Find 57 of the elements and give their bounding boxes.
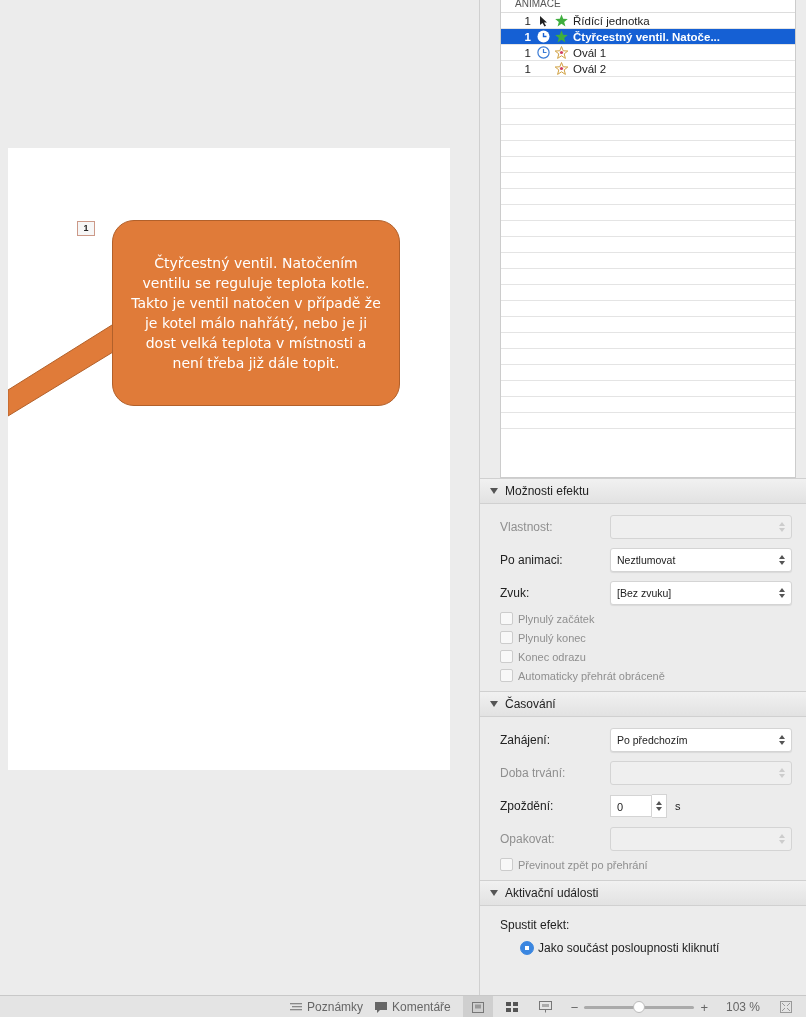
presentation-icon bbox=[539, 1001, 553, 1013]
stepper-arrows-icon bbox=[779, 767, 785, 778]
notes-button[interactable]: Poznámky bbox=[290, 1000, 364, 1014]
field-label: Opakovat: bbox=[500, 831, 556, 846]
section-header[interactable]: Časování bbox=[480, 691, 806, 717]
stepper-arrows-icon bbox=[779, 521, 785, 532]
slider-thumb[interactable] bbox=[633, 1000, 646, 1013]
radio-option[interactable]: Jako součást posloupnosti kliknutí bbox=[500, 938, 792, 958]
stepper[interactable] bbox=[652, 793, 667, 818]
animation-badge: 1 bbox=[77, 221, 95, 236]
caret-down-icon bbox=[490, 889, 498, 897]
field-label: Po animaci: bbox=[500, 552, 564, 567]
grid-view-icon bbox=[505, 1002, 518, 1012]
star-icon bbox=[554, 30, 568, 43]
caret-down-icon bbox=[490, 700, 498, 708]
cursor-icon bbox=[537, 14, 549, 27]
field-label: Vlastnost: bbox=[500, 519, 554, 534]
clock-icon bbox=[536, 46, 550, 59]
dropdown[interactable] bbox=[610, 760, 792, 785]
stepper-arrows-icon bbox=[779, 554, 785, 565]
stepper-arrows-icon bbox=[656, 800, 662, 811]
section-header[interactable]: Aktivační události bbox=[480, 880, 806, 906]
fit-button[interactable] bbox=[780, 1001, 792, 1013]
number-field[interactable]: 0 bbox=[610, 794, 652, 817]
comment-icon bbox=[375, 1001, 388, 1013]
stepper-arrows-icon bbox=[779, 587, 785, 598]
field-label: Doba trvání: bbox=[500, 765, 567, 780]
star-icon bbox=[554, 62, 568, 75]
dropdown[interactable]: [Bez zvuku] bbox=[610, 580, 792, 605]
star-icon bbox=[554, 46, 568, 59]
fit-to-window-icon bbox=[780, 1001, 792, 1013]
animation-item[interactable]: 1 Ovál 2 bbox=[501, 61, 795, 77]
dropdown[interactable] bbox=[610, 514, 792, 539]
list-header: ANIMACE bbox=[501, 0, 795, 13]
view-button[interactable] bbox=[462, 996, 493, 1017]
star-icon bbox=[554, 14, 568, 27]
clock-icon bbox=[536, 30, 550, 43]
zoom-in-button[interactable]: + bbox=[700, 999, 708, 1015]
animation-item[interactable]: 1 Ovál 1 bbox=[501, 45, 795, 61]
zoom-out-button[interactable]: − bbox=[570, 999, 579, 1015]
notes-icon bbox=[290, 1002, 303, 1012]
normal-view-icon bbox=[471, 1001, 484, 1013]
field-label: Zahájení: bbox=[500, 732, 552, 747]
stepper-arrows-icon bbox=[779, 734, 785, 745]
comments-button[interactable]: Komentáře bbox=[375, 1000, 451, 1014]
animation-item[interactable]: 1 Čtyřcestný ventil. Natoče... bbox=[501, 29, 795, 45]
field-label: Zvuk: bbox=[500, 585, 531, 600]
field-label: Zpoždění: bbox=[500, 798, 555, 813]
field-label: Spustit efekt: bbox=[500, 917, 571, 934]
stepper-arrows-icon bbox=[779, 833, 785, 844]
zoom-value: 103 % bbox=[725, 1000, 760, 1014]
dropdown[interactable]: Po předchozím bbox=[610, 727, 792, 752]
section-header[interactable]: Možnosti efektu bbox=[480, 478, 806, 504]
dropdown[interactable]: Neztlumovat bbox=[610, 547, 792, 572]
unit-label: s bbox=[675, 799, 681, 812]
caret-down-icon bbox=[490, 487, 498, 495]
dropdown[interactable] bbox=[610, 826, 792, 851]
